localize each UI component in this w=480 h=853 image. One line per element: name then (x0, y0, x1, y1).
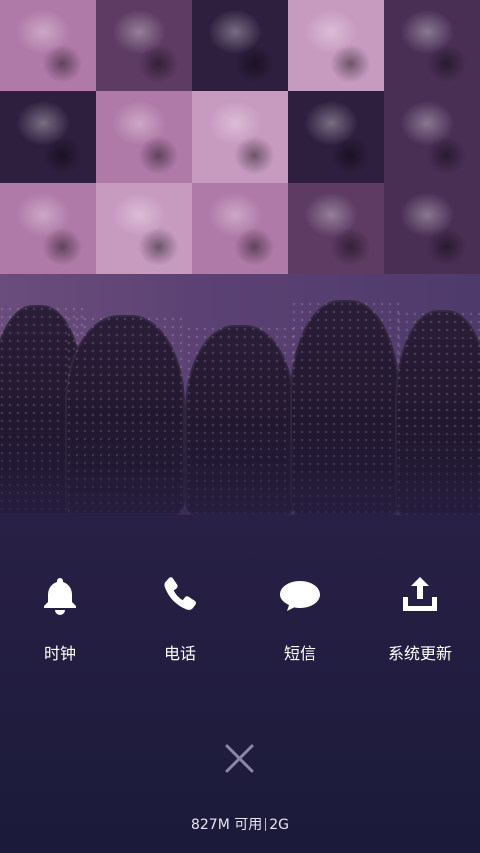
bell-icon (44, 578, 76, 615)
collage-tile (384, 182, 480, 274)
shortcut-sms[interactable]: 短信 (240, 565, 360, 665)
lock-screen: 时钟 电话 短信 系统更新 827M 可用 2G (0, 0, 480, 853)
collage-tile (384, 0, 480, 92)
collage-tile (96, 0, 192, 92)
collage-tile (192, 182, 288, 274)
wallpaper-fade (0, 420, 480, 515)
memory-total: 2G (269, 817, 290, 833)
collage-tile (0, 0, 96, 92)
collage-tile (192, 0, 288, 92)
collage-tile (384, 91, 480, 183)
close-button[interactable] (215, 735, 265, 785)
memory-separator (265, 818, 267, 831)
upload-icon (403, 577, 437, 611)
collage-tile (288, 91, 384, 183)
collage-tile (96, 91, 192, 183)
close-icon (225, 744, 254, 773)
shortcut-label: 时钟 (43, 644, 76, 663)
wallpaper-photo (0, 0, 480, 515)
collage-tile (288, 182, 384, 274)
collage-tile (0, 91, 96, 183)
memory-status: 827M 可用 2G (0, 814, 480, 834)
photo-collage (0, 0, 480, 274)
shortcut-label: 电话 (163, 644, 196, 663)
memory-available: 827M 可用 (190, 817, 263, 833)
collage-tile (0, 182, 96, 274)
shortcut-clock[interactable]: 时钟 (0, 565, 120, 665)
shortcut-label: 短信 (283, 644, 316, 663)
shortcut-system-update[interactable]: 系统更新 (360, 565, 480, 665)
message-icon (280, 581, 320, 611)
phone-icon (164, 577, 196, 610)
shortcut-bar: 时钟 电话 短信 系统更新 (0, 565, 480, 665)
collage-tile (96, 182, 192, 274)
collage-tile (192, 91, 288, 183)
shortcut-phone[interactable]: 电话 (120, 565, 240, 665)
collage-tile (288, 0, 384, 92)
shortcut-label: 系统更新 (387, 644, 452, 663)
